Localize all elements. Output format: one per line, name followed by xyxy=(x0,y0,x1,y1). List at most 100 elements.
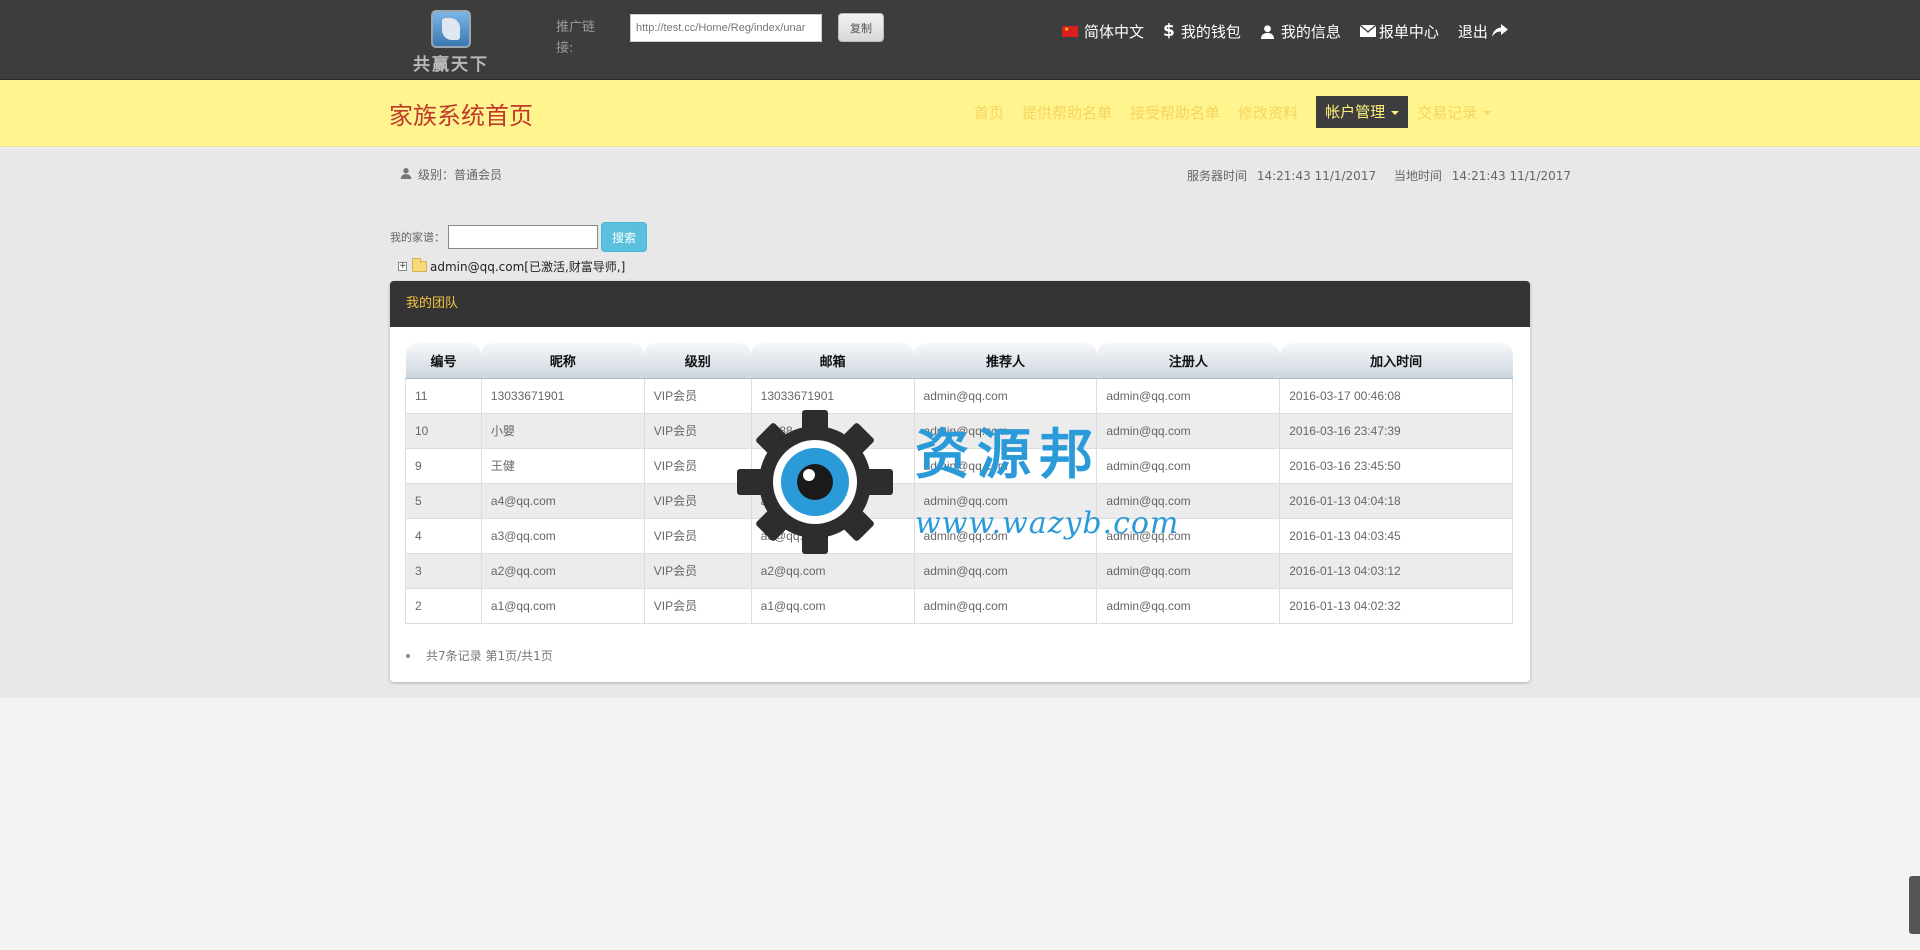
top-bar: 共赢天下 推广链接: 复制 简体中文 $ 我的钱包 我的信息 报单中心 退出 xyxy=(0,0,1920,80)
table-cell: …288 xyxy=(750,412,915,449)
expand-plus-icon[interactable]: + xyxy=(398,262,407,271)
nav-transactions[interactable]: 交易记录 xyxy=(1417,102,1492,123)
table-row: 4 a3@qq.com VIP会员 a3@qq.com admin@qq.com admi… xyxy=(405,517,1513,554)
table-cell: admin@qq.com xyxy=(1096,447,1281,484)
member-level: 级别：普通会员 xyxy=(400,166,502,183)
nav-edit-profile[interactable]: 修改资料 xyxy=(1238,102,1298,123)
share-arrow-icon xyxy=(1491,24,1508,38)
column-header: 编号 xyxy=(405,343,482,379)
chevron-down-icon xyxy=(1391,110,1400,115)
column-header: 邮箱 xyxy=(751,343,915,379)
table-cell: a2@qq.com xyxy=(750,552,915,589)
family-tree-search-input[interactable] xyxy=(448,225,598,249)
table-cell: 13033671901 xyxy=(480,377,645,414)
pagination: 共7条记录 第1页/共1页 xyxy=(406,647,553,664)
tree-root-label: admin@qq.com[已激活,财富导师,] xyxy=(430,260,626,274)
table-cell: a2@qq.com xyxy=(480,552,645,589)
nav-home[interactable]: 首页 xyxy=(974,102,1004,123)
copy-link-button[interactable]: 复制 xyxy=(838,13,884,42)
table-cell: 2016-01-13 04:03:12 xyxy=(1279,552,1513,589)
language-link[interactable]: 简体中文 xyxy=(1062,21,1144,42)
table-cell: VIP会员 xyxy=(643,482,752,519)
member-level-text: 级别：普通会员 xyxy=(418,168,503,182)
table-cell: admin@qq.com xyxy=(1096,412,1281,449)
table-cell: 2016-01-13 04:03:45 xyxy=(1279,517,1513,554)
user-icon xyxy=(1260,24,1275,39)
column-header: 昵称 xyxy=(481,343,645,379)
table-row: 5 a4@qq.com VIP会员 a4@qq.com admin@qq.com admi… xyxy=(405,482,1513,519)
table-cell: …1647 xyxy=(750,447,915,484)
order-center-link[interactable]: 报单中心 xyxy=(1359,21,1439,42)
team-panel: 我的团队 编号 昵称 级别 邮箱 推荐人 注册人 加入时间 11 13033671… xyxy=(390,281,1530,682)
page-title: 家族系统首页 xyxy=(389,102,533,130)
site-logo[interactable]: 共赢天下 xyxy=(405,10,497,75)
table-row: 11 13033671901 VIP会员 13033671901 admin@qq.co… xyxy=(405,377,1513,414)
table-cell: a4@qq.com xyxy=(750,482,915,519)
nav-transactions-label: 交易记录 xyxy=(1417,103,1478,122)
table-cell: VIP会员 xyxy=(643,447,752,484)
wallet-link[interactable]: $ 我的钱包 xyxy=(1163,21,1241,42)
table-cell: admin@qq.com xyxy=(913,377,1098,414)
bullet-icon xyxy=(406,653,410,658)
table-header-row: 编号 昵称 级别 邮箱 推荐人 注册人 加入时间 xyxy=(405,343,1513,379)
table-cell: VIP会员 xyxy=(643,412,752,449)
table-cell: 2016-03-17 00:46:08 xyxy=(1279,377,1513,414)
table-cell: VIP会员 xyxy=(643,517,752,554)
table-cell: 2 xyxy=(405,587,482,624)
table-cell: a3@qq.com xyxy=(750,517,915,554)
envelope-icon xyxy=(1359,25,1376,37)
family-tree-search-label: 我的家谱： xyxy=(390,231,445,244)
team-panel-title: 我的团队 xyxy=(390,281,1530,327)
table-cell: admin@qq.com xyxy=(913,482,1098,519)
table-cell: admin@qq.com xyxy=(913,587,1098,624)
table-cell: a4@qq.com xyxy=(480,482,645,519)
user-icon xyxy=(400,167,412,182)
family-tree-root[interactable]: + admin@qq.com[已激活,财富导师,] xyxy=(398,258,625,275)
table-cell: admin@qq.com xyxy=(1096,482,1281,519)
logo-text: 共赢天下 xyxy=(413,55,489,75)
table-cell: 2016-03-16 23:47:39 xyxy=(1279,412,1513,449)
nav-account-management-label: 帐户管理 xyxy=(1325,103,1386,121)
nav-account-management[interactable]: 帐户管理 xyxy=(1316,96,1409,128)
table-body: 11 13033671901 VIP会员 13033671901 admin@qq.co… xyxy=(405,377,1513,624)
table-cell: admin@qq.com xyxy=(1096,587,1281,624)
logout-link[interactable]: 退出 xyxy=(1458,21,1508,42)
side-scroll-handle[interactable] xyxy=(1909,876,1920,934)
my-info-link[interactable]: 我的信息 xyxy=(1260,21,1341,42)
nav-receive-help-list[interactable]: 接受帮助名单 xyxy=(1130,102,1220,123)
table-cell: admin@qq.com xyxy=(913,517,1098,554)
dollar-icon: $ xyxy=(1163,21,1175,41)
table-row: 10 小嬰 VIP会员 …288 admin@qq.com admin@qq.com 201… xyxy=(405,412,1513,449)
table-cell: 5 xyxy=(405,482,482,519)
time-info: 服务器时间 14:21:43 11/1/2017 当地时间 14:21:43 1… xyxy=(1187,167,1577,184)
header-bar xyxy=(0,80,1920,147)
table-cell: VIP会员 xyxy=(643,552,752,589)
local-time-value: 14:21:43 11/1/2017 xyxy=(1451,169,1572,183)
logo-mark-icon xyxy=(431,10,471,48)
search-button[interactable]: 搜索 xyxy=(601,222,647,252)
nav-provide-help-list[interactable]: 提供帮助名单 xyxy=(1022,102,1112,123)
table-row: 9 王健 VIP会员 …1647 admin@qq.com admin@qq.com 201… xyxy=(405,447,1513,484)
table-cell: admin@qq.com xyxy=(1096,377,1281,414)
server-time-label: 服务器时间 xyxy=(1187,169,1248,183)
table-row: 3 a2@qq.com VIP会员 a2@qq.com admin@qq.com admi… xyxy=(405,552,1513,589)
table-cell: 4 xyxy=(405,517,482,554)
table-cell: admin@qq.com xyxy=(1096,517,1281,554)
table-cell: 2016-03-16 23:45:50 xyxy=(1279,447,1513,484)
china-flag-icon xyxy=(1062,25,1078,37)
column-header: 加入时间 xyxy=(1279,343,1513,379)
pagination-text: 共7条记录 第1页/共1页 xyxy=(426,649,553,663)
table-cell: 2016-01-13 04:04:18 xyxy=(1279,482,1513,519)
logout-label: 退出 xyxy=(1457,22,1488,41)
wallet-label: 我的钱包 xyxy=(1180,22,1241,41)
promo-link-input[interactable] xyxy=(630,14,822,42)
table-cell: admin@qq.com xyxy=(1096,552,1281,589)
table-cell: 2016-01-13 04:02:32 xyxy=(1279,587,1513,624)
table-cell: admin@qq.com xyxy=(913,447,1098,484)
table-cell: a1@qq.com xyxy=(480,587,645,624)
chevron-down-icon xyxy=(1483,111,1492,115)
table-cell: 10 xyxy=(405,412,482,449)
table-cell: a1@qq.com xyxy=(750,587,915,624)
top-nav: 简体中文 $ 我的钱包 我的信息 报单中心 退出 xyxy=(1062,18,1508,44)
folder-icon xyxy=(412,258,427,272)
